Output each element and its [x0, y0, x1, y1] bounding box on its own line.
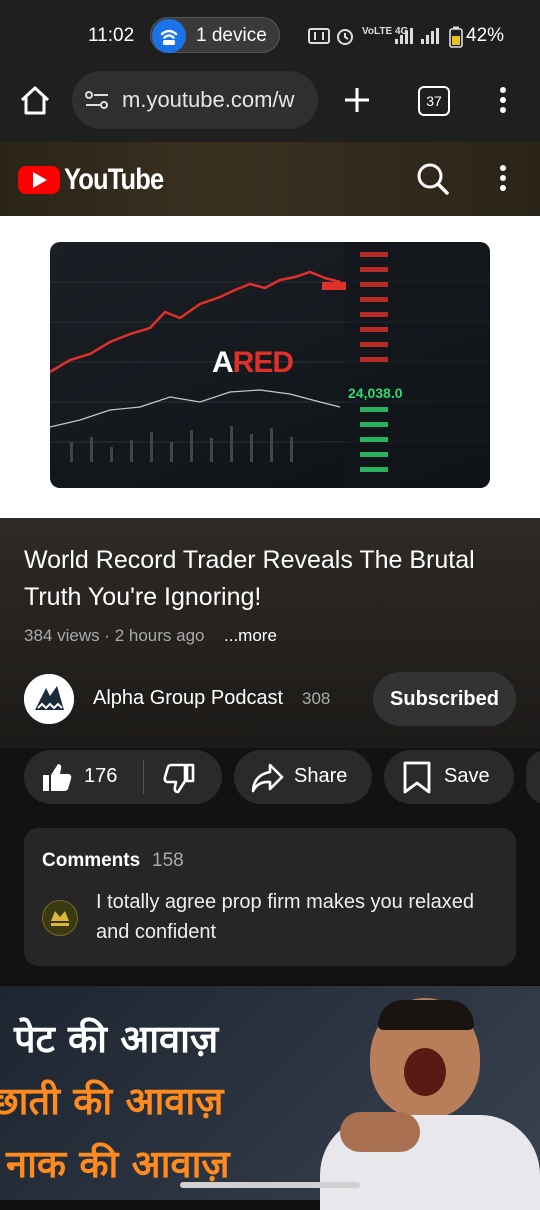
- subscriber-count: 308: [302, 689, 331, 708]
- next-video-caption-1: पेट की आवाज़: [14, 1017, 219, 1061]
- video-meta[interactable]: 384 views · 2 hours ago: [24, 626, 205, 646]
- new-tab-icon[interactable]: [343, 86, 371, 119]
- share-icon: [250, 762, 284, 799]
- next-video-caption-2: छाती की आवाज़: [0, 1079, 224, 1123]
- thumbnail-headline: ARED: [212, 346, 294, 379]
- battery-percent: 42%: [466, 25, 505, 46]
- like-count[interactable]: 176: [84, 765, 117, 788]
- top-comment-text: I totally agree prop firm makes you rela…: [96, 891, 474, 943]
- dislike-icon[interactable]: [162, 762, 196, 801]
- battery-icon: [449, 26, 463, 53]
- gesture-home-indicator[interactable]: [180, 1182, 360, 1188]
- signal-icon: [393, 26, 445, 51]
- person-hand: [340, 1112, 420, 1152]
- browser-menu-icon[interactable]: [498, 86, 508, 119]
- device-count-label: 1 device: [196, 25, 267, 46]
- url-text[interactable]: m.youtube.com/w: [122, 87, 310, 113]
- like-icon[interactable]: [40, 760, 74, 799]
- home-icon[interactable]: [18, 84, 52, 123]
- play-icon: [33, 172, 47, 188]
- comments-label: Comments: [42, 850, 141, 871]
- share-label[interactable]: Share: [294, 765, 347, 788]
- site-settings-icon[interactable]: [84, 89, 110, 116]
- subscribed-button[interactable]: Subscribed: [373, 672, 516, 726]
- channel-avatar[interactable]: [24, 674, 74, 724]
- video-title[interactable]: World Record Trader Reveals The Brutal T…: [24, 542, 524, 616]
- save-bookmark-icon: [402, 761, 432, 800]
- commenter-avatar[interactable]: [42, 900, 78, 936]
- save-label[interactable]: Save: [444, 765, 490, 788]
- tab-switcher-button[interactable]: 37: [418, 86, 450, 116]
- person-hair: [378, 1000, 474, 1030]
- more-link[interactable]: ...more: [224, 626, 277, 646]
- youtube-wordmark[interactable]: YouTube: [64, 163, 164, 197]
- youtube-menu-icon[interactable]: [498, 164, 508, 197]
- clock: 11:02: [88, 25, 135, 46]
- channel-name[interactable]: Alpha Group Podcast: [93, 687, 283, 710]
- nfc-icon: [308, 28, 330, 49]
- person-mouth: [404, 1048, 446, 1096]
- thumbnail-price: 24,038.0: [348, 385, 403, 401]
- hotspot-icon: [152, 19, 186, 53]
- comments-count: 158: [152, 850, 184, 871]
- like-divider: [143, 760, 144, 794]
- search-icon[interactable]: [416, 162, 450, 201]
- alarm-icon: [336, 26, 354, 51]
